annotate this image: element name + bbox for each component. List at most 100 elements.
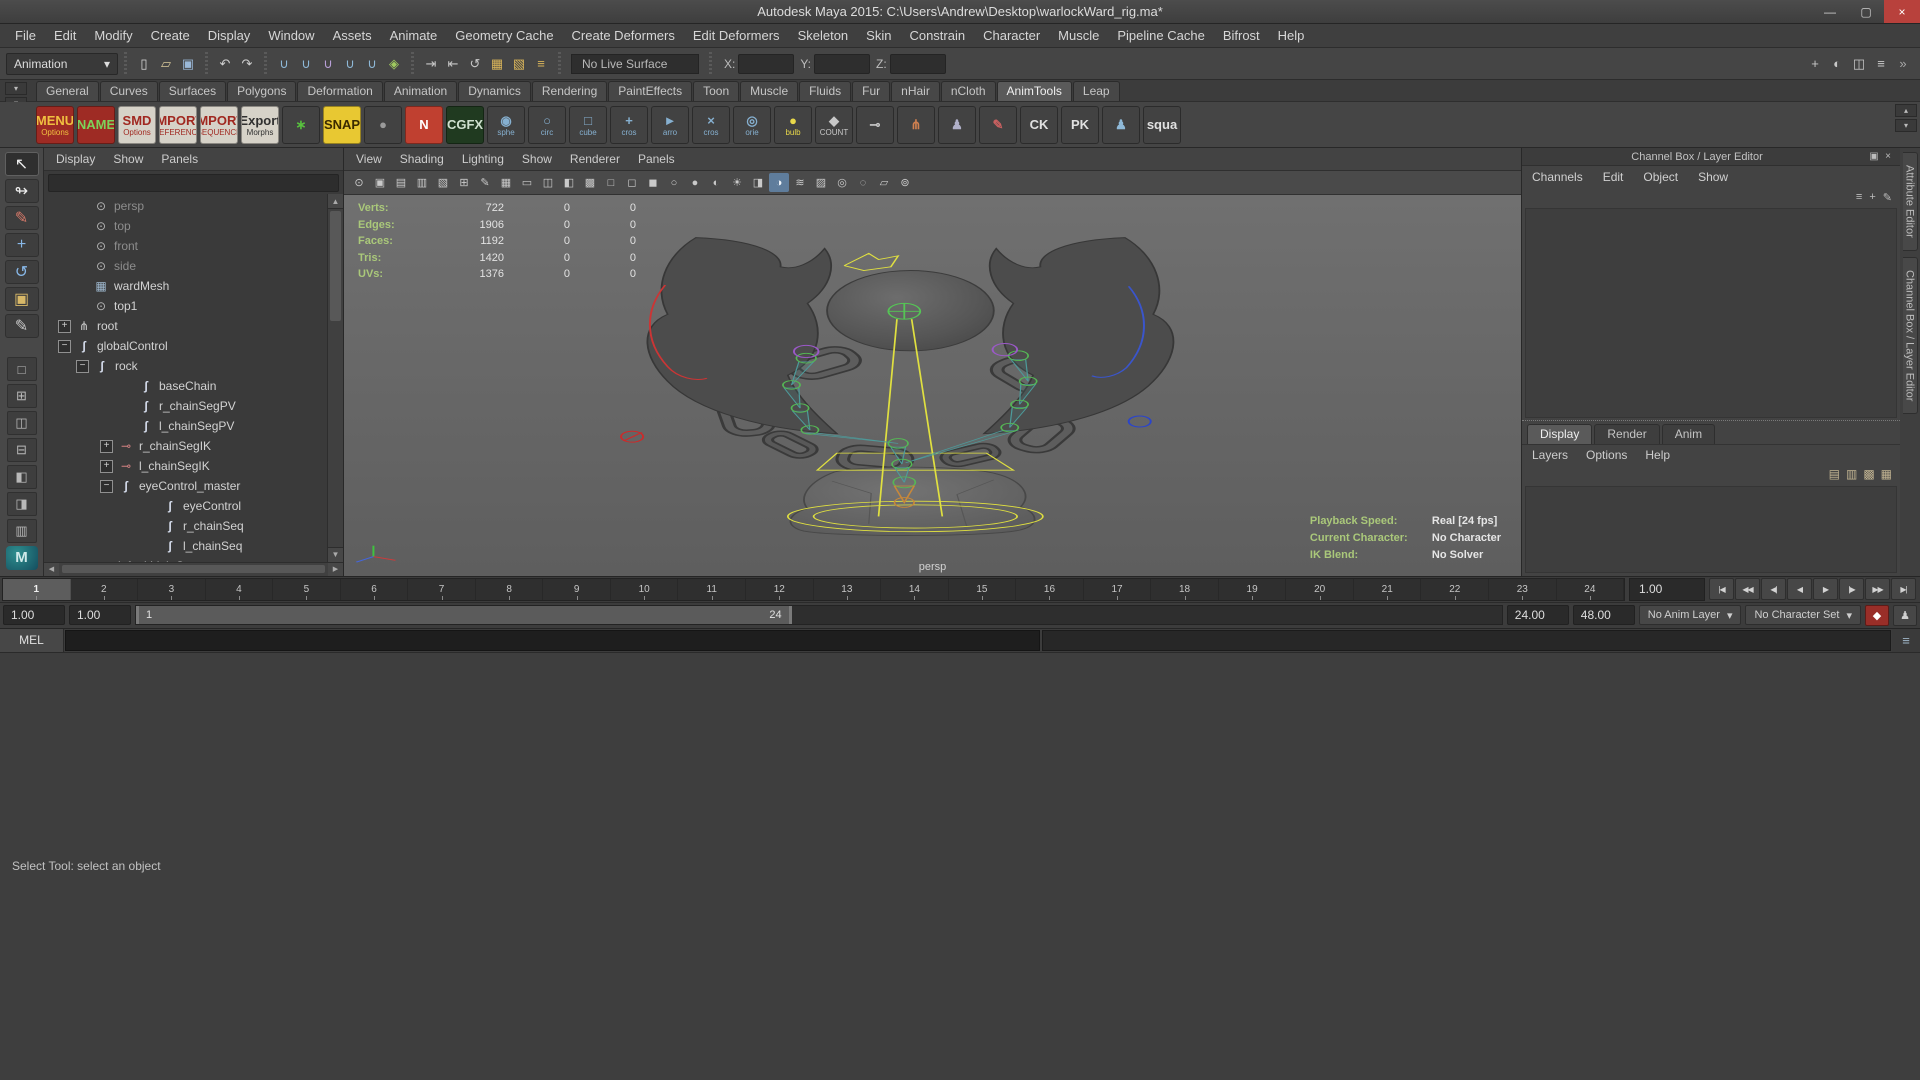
toolbar-separator[interactable] bbox=[203, 52, 210, 76]
expand-toggle[interactable]: + bbox=[58, 320, 71, 333]
shelf-button[interactable]: ✎ bbox=[979, 106, 1017, 144]
timeline-frame-tick[interactable]: 15 bbox=[949, 579, 1017, 600]
outliner-item[interactable]: + l_chainSegIK bbox=[44, 456, 327, 476]
bookmarks-icon[interactable]: ▥ bbox=[412, 173, 432, 192]
lock-camera-icon[interactable]: ▣ bbox=[370, 173, 390, 192]
shelf-tab[interactable]: Rendering bbox=[532, 81, 607, 101]
grid-icon[interactable]: ▦ bbox=[496, 173, 516, 192]
new-scene-icon[interactable]: ▯ bbox=[133, 53, 155, 75]
shelf-tab[interactable]: Polygons bbox=[227, 81, 296, 101]
grease-pencil-icon[interactable]: ✎ bbox=[475, 173, 495, 192]
safe-action-icon[interactable]: □ bbox=[601, 173, 621, 192]
toolbar-separator[interactable] bbox=[262, 52, 269, 76]
shelf-tab[interactable]: Toon bbox=[693, 81, 739, 101]
character-set-dropdown[interactable]: No Character Set ▾ bbox=[1745, 605, 1861, 625]
input-connections-icon[interactable]: ⇥ bbox=[420, 53, 442, 75]
outliner-item[interactable]: side bbox=[44, 256, 327, 276]
current-time-field[interactable]: 1.00 bbox=[1629, 578, 1705, 601]
snap-to-grid-icon[interactable]: ∪ bbox=[273, 53, 295, 75]
four-pane-layout-button[interactable]: ⊞ bbox=[7, 384, 37, 408]
open-scene-icon[interactable]: ▱ bbox=[155, 53, 177, 75]
expand-toggle[interactable]: + bbox=[100, 460, 113, 473]
menu-item[interactable]: Edit Deformers bbox=[684, 28, 789, 43]
timeline-frame-tick[interactable]: 7 bbox=[408, 579, 476, 600]
menu-item[interactable]: Display bbox=[199, 28, 260, 43]
outliner-item[interactable]: + r_chainSegIK bbox=[44, 436, 327, 456]
animation-preferences-button[interactable]: ♟ bbox=[1893, 605, 1917, 626]
gate-mask-icon[interactable]: ◧ bbox=[559, 173, 579, 192]
safe-title-icon[interactable]: ◻ bbox=[622, 173, 642, 192]
menu-item[interactable]: Window bbox=[259, 28, 323, 43]
shelf-scroll-down-button[interactable]: ▾ bbox=[1895, 119, 1917, 132]
select-tool[interactable]: ↖ bbox=[5, 152, 39, 176]
script-editor-button[interactable]: ≡ bbox=[1892, 629, 1920, 652]
menu-item[interactable]: Create bbox=[142, 28, 199, 43]
rotate-tool[interactable]: ↺ bbox=[5, 260, 39, 284]
timeline-frame-tick[interactable]: 12 bbox=[746, 579, 814, 600]
menu-item[interactable]: Constrain bbox=[900, 28, 974, 43]
outliner-item[interactable]: eyeControl bbox=[44, 496, 327, 516]
hypershade-persp-layout-button[interactable]: ▥ bbox=[7, 519, 37, 543]
outliner-item[interactable]: − globalControl bbox=[44, 336, 327, 356]
menu-item[interactable]: Muscle bbox=[1049, 28, 1108, 43]
shelf-button[interactable]: squa bbox=[1143, 106, 1181, 144]
shelf-button[interactable]: ◉ sphe bbox=[487, 106, 525, 144]
anim-layer-dropdown[interactable]: No Anim Layer ▾ bbox=[1639, 605, 1742, 625]
play-backwards-button[interactable]: ◀ bbox=[1787, 578, 1812, 600]
collapse-toolbar-icon[interactable]: » bbox=[1892, 53, 1914, 75]
outliner-item[interactable]: − eyeControl_master bbox=[44, 476, 327, 496]
menu-item[interactable]: Skin bbox=[857, 28, 900, 43]
menu-item[interactable]: Help bbox=[1269, 28, 1314, 43]
timeline-frame-tick[interactable]: 4 bbox=[206, 579, 274, 600]
scroll-left-icon[interactable]: ◀ bbox=[44, 563, 59, 576]
step-back-frame-button[interactable]: ◀| bbox=[1761, 578, 1786, 600]
last-tool-used[interactable]: ✎ bbox=[5, 314, 39, 338]
render-current-frame-icon[interactable]: ▦ bbox=[486, 53, 508, 75]
two-d-pan-zoom-icon[interactable]: ⊞ bbox=[454, 173, 474, 192]
undo-icon[interactable]: ↶ bbox=[214, 53, 236, 75]
live-surface-field[interactable]: No Live Surface bbox=[571, 54, 699, 74]
shelf-button[interactable]: ⊸ bbox=[856, 106, 894, 144]
shelf-tab[interactable]: Animation bbox=[384, 81, 457, 101]
shelf-tab[interactable]: Dynamics bbox=[458, 81, 531, 101]
shelf-button[interactable]: □ cube bbox=[569, 106, 607, 144]
scale-tool[interactable]: ▣ bbox=[5, 287, 39, 311]
new-empty-layer-icon[interactable]: ▩ bbox=[1863, 467, 1874, 481]
menu-item[interactable]: Create Deformers bbox=[563, 28, 684, 43]
shelf-button[interactable]: ∗ bbox=[282, 106, 320, 144]
expand-toggle[interactable]: − bbox=[100, 480, 113, 493]
field-chart-icon[interactable]: ▩ bbox=[580, 173, 600, 192]
panel-window-icon[interactable]: × bbox=[1881, 151, 1895, 162]
ambient-occlusion-icon[interactable]: ◑ bbox=[769, 173, 789, 192]
outliner-item[interactable]: baseChain bbox=[44, 376, 327, 396]
xray-icon[interactable]: ▱ bbox=[874, 173, 894, 192]
image-plane-icon[interactable]: ▧ bbox=[433, 173, 453, 192]
make-live-icon[interactable]: ◈ bbox=[383, 53, 405, 75]
shelf-button[interactable]: ○ circ bbox=[528, 106, 566, 144]
select-camera-icon[interactable]: ⊙ bbox=[349, 173, 369, 192]
ipr-render-icon[interactable]: ▧ bbox=[508, 53, 530, 75]
scrollbar-thumb[interactable] bbox=[62, 565, 325, 573]
timeline-frame-tick[interactable]: 13 bbox=[814, 579, 882, 600]
outliner-item[interactable]: top1 bbox=[44, 296, 327, 316]
menu-item[interactable]: Modify bbox=[85, 28, 141, 43]
shelf-button[interactable]: SMD Options bbox=[118, 106, 156, 144]
outliner-menu-item[interactable]: Display bbox=[56, 152, 95, 166]
toolbar-separator[interactable] bbox=[122, 52, 129, 76]
viewport-menu-item[interactable]: Show bbox=[522, 152, 552, 166]
paint-selection-tool[interactable]: ✎ bbox=[5, 206, 39, 230]
expand-toggle[interactable]: + bbox=[100, 440, 113, 453]
shelf-tab[interactable]: General bbox=[36, 81, 99, 101]
step-forward-frame-button[interactable]: |▶ bbox=[1839, 578, 1864, 600]
layer-editor-tab[interactable]: Render bbox=[1594, 424, 1659, 444]
shelf-button[interactable]: N bbox=[405, 106, 443, 144]
timeline-frame-tick[interactable]: 23 bbox=[1489, 579, 1557, 600]
timeline-frame-tick[interactable]: 8 bbox=[476, 579, 544, 600]
shelf-button[interactable]: SNAP bbox=[323, 106, 361, 144]
viewport-canvas[interactable]: Verts: 722 0 0 Edges: 1906 0 0 Faces: bbox=[344, 195, 1521, 576]
range-slider-track[interactable]: 1 24 bbox=[135, 605, 1503, 625]
new-layer-from-selected-icon[interactable]: ▦ bbox=[1881, 467, 1892, 481]
outliner-item[interactable]: − rock bbox=[44, 356, 327, 376]
sidebar-vertical-tab[interactable]: Channel Box / Layer Editor bbox=[1903, 257, 1918, 414]
scroll-right-icon[interactable]: ▶ bbox=[328, 563, 343, 576]
